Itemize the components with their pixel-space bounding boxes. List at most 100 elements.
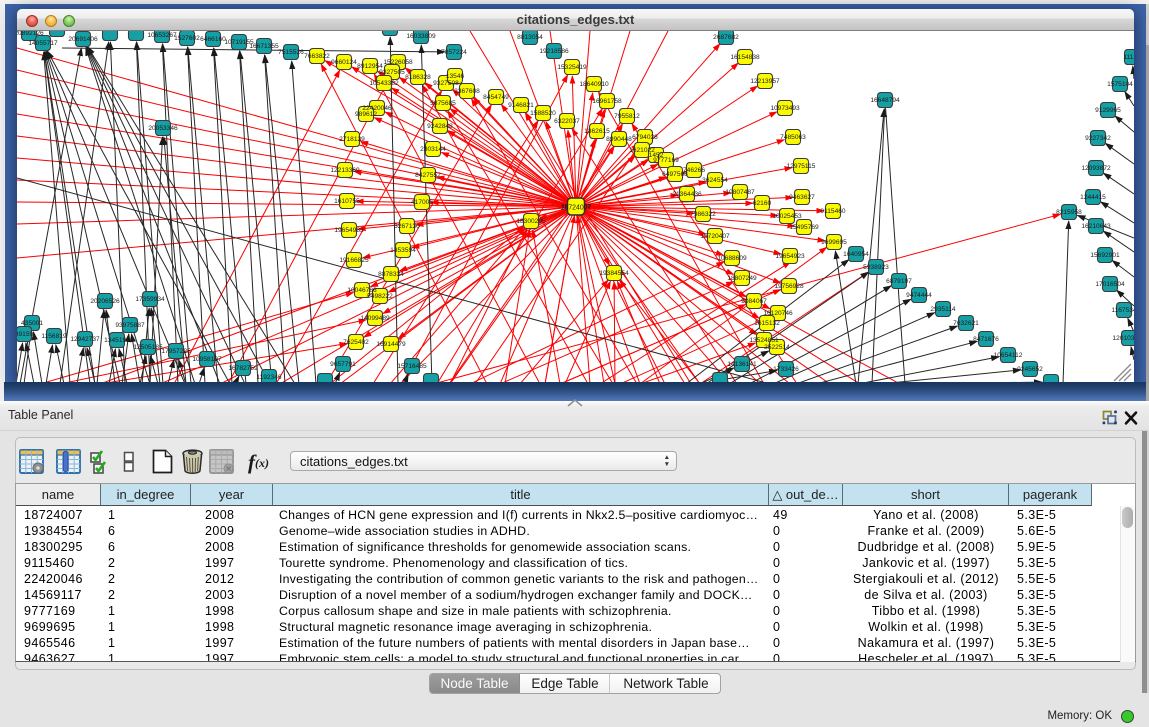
svg-text:7663822: 7663822 [304, 53, 330, 60]
svg-text:12213957: 12213957 [750, 78, 780, 85]
svg-text:7857224: 7857224 [441, 49, 467, 56]
svg-text:15720407: 15720407 [700, 233, 730, 240]
svg-text:20053346: 20053346 [148, 125, 178, 132]
svg-text:1167534: 1167534 [1111, 307, 1134, 314]
svg-text:7625402: 7625402 [343, 339, 369, 346]
svg-text:5875685: 5875685 [430, 100, 456, 107]
svg-text:10958107: 10958107 [192, 356, 222, 363]
svg-text:6466160: 6466160 [200, 36, 226, 43]
svg-text:10654112: 10654112 [994, 352, 1023, 359]
svg-text:39159: 39159 [17, 331, 33, 338]
svg-text:(x): (x) [255, 456, 269, 470]
svg-text:15716485: 15716485 [397, 363, 427, 370]
svg-text:20206526: 20206526 [90, 298, 120, 305]
svg-text:2687682: 2687682 [713, 34, 739, 41]
svg-text:9474444: 9474444 [906, 292, 932, 299]
svg-text:1640954: 1640954 [843, 251, 869, 258]
svg-text:18807249: 18807249 [727, 275, 757, 282]
svg-text:7485063: 7485063 [780, 134, 806, 141]
svg-text:5498222: 5498222 [367, 293, 393, 300]
svg-text:120103514: 120103514 [1112, 335, 1134, 342]
svg-text:1575104: 1575104 [1107, 81, 1133, 88]
svg-text:18640910: 18640910 [579, 81, 609, 88]
svg-text:6879197: 6879197 [886, 278, 912, 285]
svg-text:11123: 11123 [1123, 54, 1134, 61]
svg-text:12942737: 12942737 [70, 336, 100, 343]
svg-text:16154838: 16154838 [730, 54, 760, 61]
svg-text:7955812: 7955812 [614, 113, 640, 120]
svg-text:21364436: 21364436 [672, 191, 702, 198]
svg-text:19654983: 19654983 [334, 227, 364, 234]
svg-text:8427552: 8427552 [415, 172, 441, 179]
svg-text:1192346: 1192346 [256, 374, 282, 381]
svg-text:9146821: 9146821 [508, 102, 534, 109]
svg-text:9084067: 9084067 [741, 298, 767, 305]
svg-text:989612: 989612 [355, 111, 377, 118]
svg-text:17359934: 17359934 [135, 296, 165, 303]
svg-text:8454749: 8454749 [483, 94, 509, 101]
svg-text:20892126: 20892126 [17, 31, 44, 37]
svg-text:17957225: 17957225 [161, 348, 191, 355]
svg-text:10807487: 10807487 [725, 189, 755, 196]
svg-text:8878334: 8878334 [378, 271, 404, 278]
svg-text:16033809: 16033809 [406, 33, 436, 40]
svg-text:9245652: 9245652 [1017, 366, 1043, 373]
svg-text:16671355: 16671355 [249, 43, 279, 50]
svg-text:10543382: 10543382 [369, 80, 399, 87]
svg-text:10688609: 10688609 [717, 255, 747, 262]
svg-text:16648794: 16648794 [870, 97, 900, 104]
svg-text:8471676: 8471676 [973, 336, 999, 343]
svg-text:5938923: 5938923 [863, 264, 889, 271]
svg-text:6497568: 6497568 [662, 171, 688, 178]
svg-text:7632621: 7632621 [953, 320, 979, 327]
svg-text:12975115: 12975115 [787, 163, 816, 170]
svg-text:19384554: 19384554 [599, 270, 629, 277]
svg-text:2935114: 2935114 [930, 306, 956, 313]
svg-text:12093872: 12093872 [1081, 165, 1111, 172]
svg-text:12213369: 12213369 [330, 167, 360, 174]
svg-text:3624554: 3624554 [702, 177, 728, 184]
svg-text:13546: 13546 [446, 73, 465, 80]
svg-text:3267130: 3267130 [394, 223, 420, 230]
svg-text:10653267: 10653267 [147, 32, 177, 39]
svg-text:17016504: 17016504 [1095, 281, 1125, 288]
svg-text:9660124: 9660124 [331, 59, 357, 66]
svg-text:9115460: 9115460 [820, 208, 846, 215]
svg-text:14055717: 14055717 [28, 40, 58, 47]
svg-text:1733426: 1733426 [773, 366, 799, 373]
svg-text:14136141: 14136141 [727, 361, 757, 368]
svg-text:20691406: 20691406 [68, 36, 98, 43]
svg-text:1588520: 1588520 [530, 110, 556, 117]
svg-text:9463627: 9463627 [789, 194, 815, 201]
svg-text:1610755: 1610755 [334, 198, 360, 205]
svg-text:16782759: 16782759 [228, 365, 258, 372]
svg-text:6322037: 6322037 [554, 118, 580, 125]
svg-text:2718129: 2718129 [339, 136, 365, 143]
svg-text:19218586: 19218586 [539, 48, 569, 55]
svg-text:10025453: 10025453 [772, 213, 802, 220]
svg-text:18300295: 18300295 [516, 218, 546, 225]
svg-text:2803144: 2803144 [420, 146, 446, 153]
svg-text:9242848: 9242848 [427, 123, 453, 130]
svg-text:14099489: 14099489 [360, 315, 390, 322]
svg-text:9227342: 9227342 [1085, 135, 1111, 142]
svg-text:9327508: 9327508 [433, 80, 459, 87]
svg-text:19654923: 19654923 [775, 253, 805, 260]
svg-text:15325419: 15325419 [557, 64, 587, 71]
svg-text:9327505: 9327505 [379, 69, 405, 76]
svg-text:19166825: 19166825 [339, 257, 369, 264]
svg-text:10973493: 10973493 [770, 105, 800, 112]
svg-text:15692901: 15692901 [1090, 252, 1120, 259]
svg-text:9657791: 9657791 [330, 361, 356, 368]
svg-text:2522514: 2522514 [764, 344, 790, 351]
svg-text:16914479: 16914479 [376, 341, 406, 348]
svg-text:1345194: 1345194 [104, 337, 130, 344]
svg-text:8813054: 8813054 [517, 34, 543, 41]
svg-text:8186328: 8186328 [405, 74, 431, 81]
svg-text:9129965: 9129965 [1095, 107, 1121, 114]
svg-text:2367608: 2367608 [454, 88, 480, 95]
svg-text:8215958: 8215958 [1056, 209, 1082, 216]
svg-text:19756928: 19756928 [774, 283, 804, 290]
svg-text:7515526: 7515526 [278, 49, 304, 56]
svg-text:16120746: 16120746 [763, 310, 793, 317]
